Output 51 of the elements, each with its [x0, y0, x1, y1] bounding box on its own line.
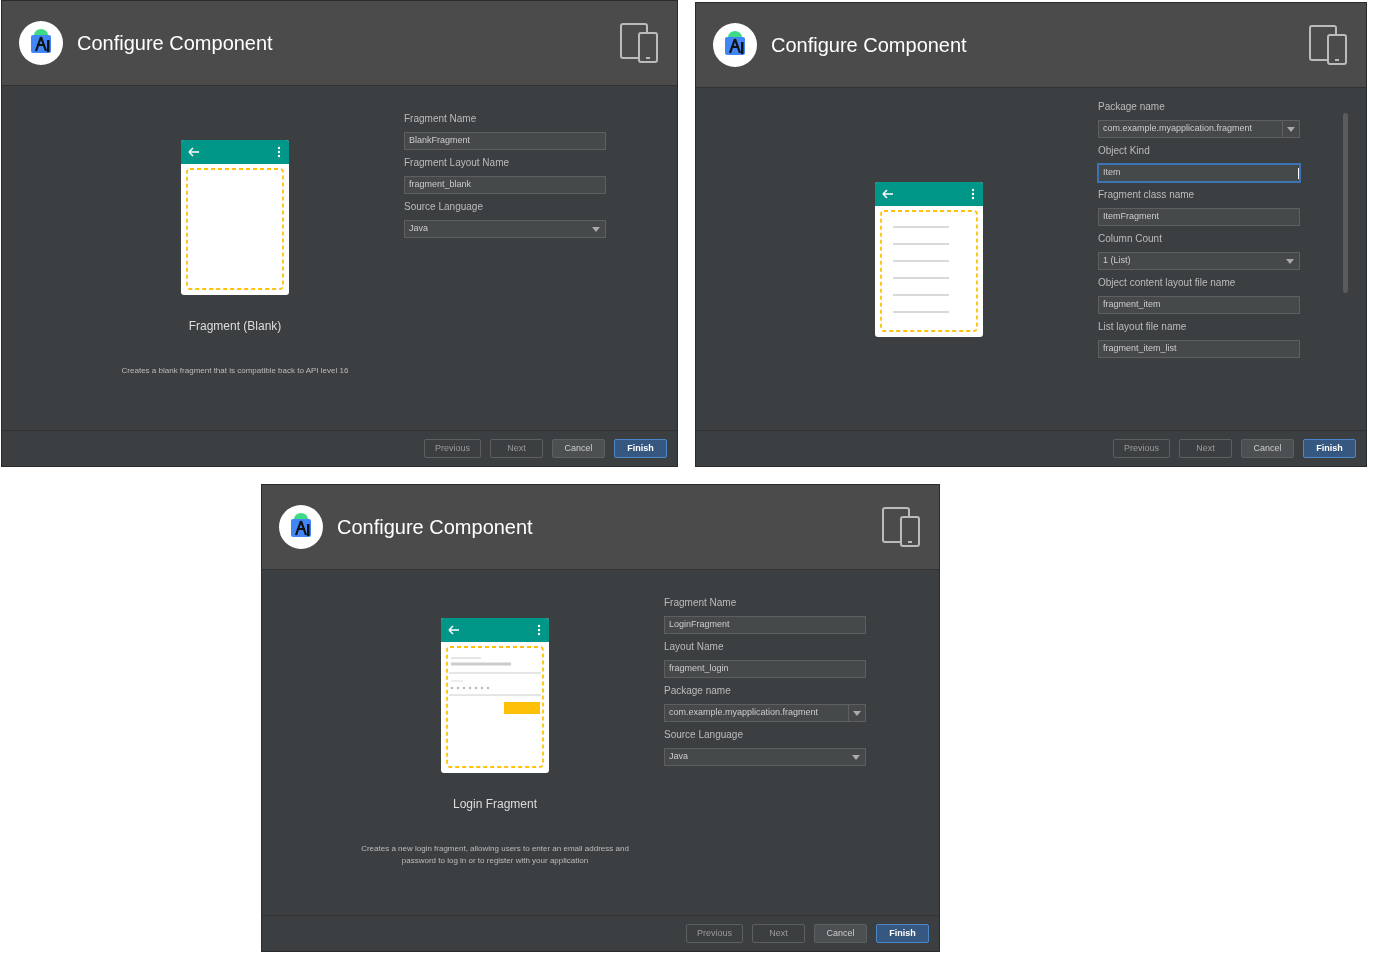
template-name: Fragment (Blank)	[188, 317, 282, 335]
field-label: Layout Name	[664, 640, 725, 654]
dialog-button[interactable]: Finish	[876, 924, 929, 943]
field-label: Column Count	[1098, 232, 1163, 246]
text-field[interactable]: BlankFragment	[404, 132, 606, 150]
field-label: Fragment class name	[1098, 188, 1196, 202]
field-label: Source Language	[664, 728, 744, 742]
dialog-title: Configure Component	[77, 31, 274, 56]
template-name: Login Fragment	[452, 796, 537, 813]
template-description: Creates a blank fragment that is compatible back to API level 16	[120, 364, 350, 377]
dialog-button[interactable]: Cancel	[1241, 439, 1294, 458]
text-field[interactable]: ItemFragment	[1098, 208, 1300, 226]
caret-icon	[853, 710, 861, 716]
dialog-button[interactable]: Finish	[1303, 439, 1356, 458]
caret-icon	[1286, 258, 1294, 264]
dropdown-field[interactable]: 1 (List)	[1098, 252, 1300, 270]
field-label: Fragment Layout Name	[404, 156, 511, 170]
text-field[interactable]: fragment_item	[1098, 296, 1300, 314]
scrollbar[interactable]	[1343, 113, 1348, 293]
text-field[interactable]: fragment_login	[664, 660, 866, 678]
app-logo-icon	[713, 23, 757, 67]
dialog-button[interactable]: Cancel	[814, 924, 867, 943]
text-field[interactable]: LoginFragment	[664, 616, 866, 634]
text-field[interactable]: Item	[1098, 164, 1300, 182]
caret-icon	[1287, 126, 1295, 132]
devices-icon	[1309, 25, 1349, 65]
field-label: Object Kind	[1098, 144, 1151, 158]
field-label: Fragment Name	[664, 596, 738, 610]
dialog-button[interactable]: Finish	[614, 439, 667, 458]
devices-icon	[620, 23, 660, 63]
field-label: Package name	[664, 684, 732, 698]
dropdown-field[interactable]: com.example.myapplication.fragment	[1098, 120, 1300, 138]
text-field[interactable]: fragment_blank	[404, 176, 606, 194]
dropdown-field[interactable]: Java	[404, 220, 606, 238]
dialog-title: Configure Component	[337, 515, 534, 540]
app-logo-icon	[279, 505, 323, 549]
dialog-button[interactable]: Cancel	[552, 439, 605, 458]
field-label: Source Language	[404, 200, 484, 214]
field-label: Package name	[1098, 100, 1166, 114]
text-field[interactable]: fragment_item_list	[1098, 340, 1300, 358]
dialog-title: Configure Component	[771, 33, 968, 58]
dropdown-field[interactable]: com.example.myapplication.fragment	[664, 704, 866, 722]
app-logo-icon	[19, 21, 63, 65]
devices-icon	[882, 507, 922, 547]
caret-icon	[852, 754, 860, 760]
field-label: Object content layout file name	[1098, 276, 1237, 290]
field-label: List layout file name	[1098, 320, 1188, 334]
template-description: Creates a new login fragment, allowing users to enter an email address and password to log in or to register with your application	[360, 843, 630, 867]
field-label: Fragment Name	[404, 112, 478, 126]
dropdown-field[interactable]: Java	[664, 748, 866, 766]
caret-icon	[592, 226, 600, 232]
